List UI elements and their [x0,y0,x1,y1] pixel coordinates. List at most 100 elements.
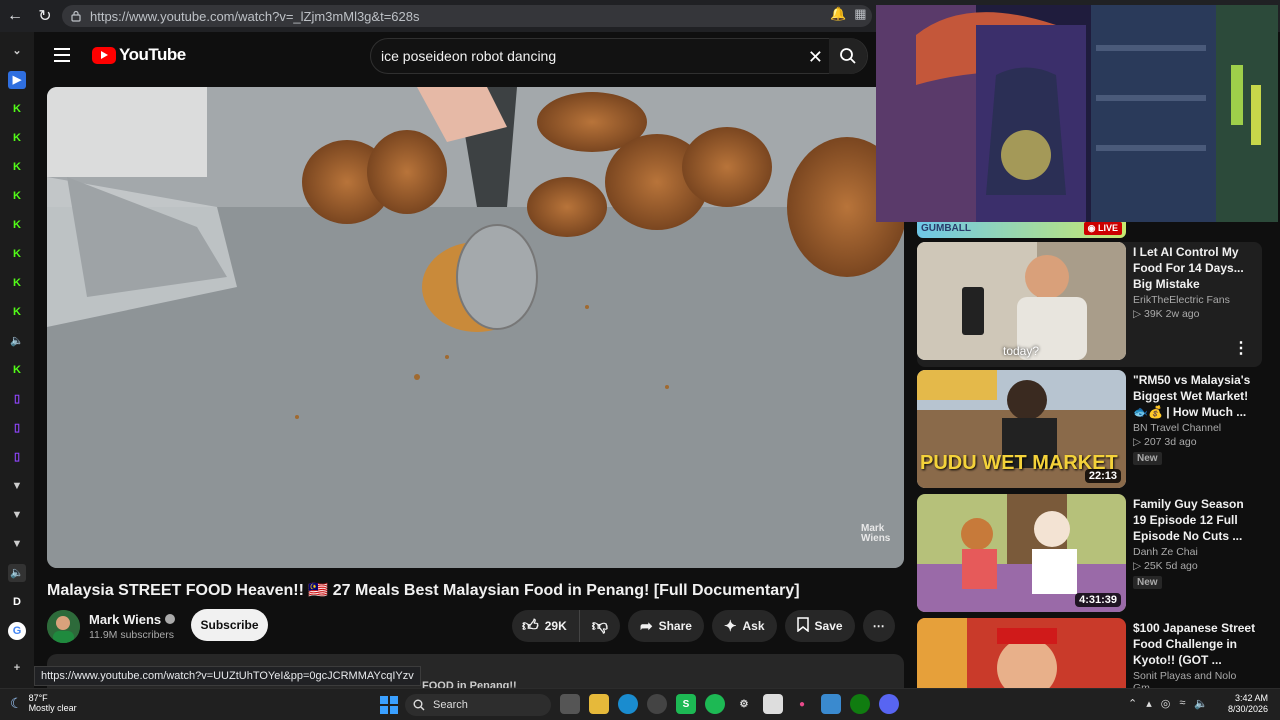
rec-channel[interactable]: ErikTheElectric Fans [1133,294,1257,306]
rec-title[interactable]: $100 Japanese Street Food Challenge in K… [1133,620,1257,668]
back-icon[interactable]: ← [0,0,30,32]
refresh-icon[interactable]: ↻ [30,0,60,32]
dropdown-icon[interactable]: ▼ [8,477,26,495]
rec-title[interactable]: Family Guy Season 19 Episode 12 Full Epi… [1133,496,1257,544]
address-bar[interactable]: https://www.youtube.com/watch?v=_lZjm3mM… [62,5,872,27]
kick-icon[interactable]: K [8,303,26,321]
video-actions: 👍︎ 29K 👎︎ ➦ Share ✦ Ask Save ⋯ [512,610,895,642]
clock[interactable]: 3:42 AM 8/30/2026 [1222,693,1268,715]
video-thumbnail[interactable] [917,618,1126,688]
photos-icon[interactable] [821,694,841,714]
twitch-icon[interactable]: ▯ [8,419,26,437]
live-stream-item[interactable]: GUMBALL ◉ LIVE [917,222,1126,238]
wifi-icon[interactable]: ≈ [1179,697,1185,710]
twitch-icon[interactable]: ▯ [8,390,26,408]
dislike-button[interactable]: 👎︎ [580,610,620,642]
start-button[interactable] [380,696,398,714]
task-view-icon[interactable] [560,694,580,714]
rec-channel[interactable]: BN Travel Channel [1133,422,1257,434]
video-thumbnail[interactable]: PUDU WET MARKET 22:13 [917,370,1126,488]
rec-channel[interactable]: Danh Ze Chai [1133,546,1257,558]
search-input[interactable]: ice poseideon robot dancing ✕ [370,38,868,74]
thumbnail-image [917,242,1126,360]
speaker-icon[interactable]: 🔈 [8,332,26,350]
file-explorer-icon[interactable] [589,694,609,714]
share-button[interactable]: ➦ Share [628,610,704,642]
youtube-logo[interactable]: YouTube [92,45,186,65]
search-icon [840,48,856,64]
kick-icon[interactable]: K [8,158,26,176]
windows-taskbar: ☾ 87°F Mostly clear Search S ⚙ ● ⌃ ▴ ◎ ≈… [0,688,1280,720]
list-item[interactable]: 4:31:39 Family Guy Season 19 Episode 12 … [917,494,1262,614]
channel-name[interactable]: Mark Wiens [89,612,161,627]
search-icon [413,699,425,711]
speaker-icon[interactable]: 🔈 [8,563,26,582]
share-icon: ➦ [640,618,653,635]
channel-avatar[interactable] [47,609,80,643]
bluetooth-icon[interactable]: ▴ [1146,697,1152,710]
video-frame [47,87,904,568]
verified-icon [165,614,176,624]
kick-icon[interactable]: K [8,274,26,292]
menu-icon[interactable] [54,48,70,62]
weather-widget[interactable]: ☾ 87°F Mostly clear [10,693,77,713]
rec-title[interactable]: I Let AI Control My Food For 14 Days... … [1133,244,1257,292]
search-button[interactable] [829,38,867,74]
ask-button[interactable]: ✦ Ask [711,610,777,642]
kick-icon[interactable]: K [8,100,26,118]
settings-icon[interactable]: ⚙ [734,694,754,714]
url-text: https://www.youtube.com/watch?v=_lZjm3mM… [90,8,420,24]
kick-icon[interactable]: K [8,129,26,147]
sparkle-icon: ✦ [723,618,737,635]
video-thumbnail[interactable]: today? [917,242,1126,360]
google-icon[interactable]: G [8,621,26,640]
more-actions-button[interactable]: ⋯ [862,610,895,642]
kick-icon[interactable]: K [8,187,26,205]
notepad-icon[interactable] [763,694,783,714]
video-thumbnail[interactable]: 4:31:39 [917,494,1126,612]
kick-icon[interactable]: K [8,361,26,379]
xbox-icon[interactable] [850,694,870,714]
bell-icon[interactable]: 🔔 [830,6,846,22]
twitch-icon[interactable]: ▯ [8,448,26,466]
media-icon[interactable]: ▶ [8,70,26,89]
video-duration: 22:13 [1084,469,1121,483]
rec-title[interactable]: "RM50 vs Malaysia's Biggest Wet Market! … [1133,372,1257,420]
list-item[interactable]: $100 Japanese Street Food Challenge in K… [917,618,1262,688]
edge-icon[interactable] [618,694,638,714]
extensions-icon[interactable]: ▦ [854,6,866,22]
add-icon[interactable]: + [8,659,26,677]
chevron-up-icon[interactable]: ⌃ [1128,697,1137,710]
taskbar-search[interactable]: Search [405,694,551,716]
rec-channel[interactable]: Sonit Playas and Nolo Gm... [1133,670,1257,688]
stream-webcam-overlay [876,5,1278,222]
subscribe-button[interactable]: Subscribe [191,609,268,641]
save-button[interactable]: Save [784,610,855,642]
bookmark-icon [796,617,809,635]
list-item[interactable]: today? I Let AI Control My Food For 14 D… [917,242,1262,367]
close-icon[interactable]: ✕ [808,47,823,68]
video-player[interactable]: Mark Wiens [47,87,904,568]
site-info-icon[interactable] [70,10,82,22]
kick-icon[interactable]: K [8,216,26,234]
spotify-alt-icon[interactable]: S [676,694,696,714]
logo-text: YouTube [119,45,186,64]
volume-icon[interactable]: 🔈 [1194,697,1208,710]
more-vert-icon[interactable]: ⋮ [1233,338,1249,358]
like-button[interactable]: 👍︎ 29K [512,610,580,642]
dropdown-icon[interactable]: ▼ [8,506,26,524]
d-app-icon[interactable]: D [8,593,26,611]
maps-pin-icon[interactable]: ● [792,694,812,714]
discord-icon[interactable] [879,694,899,714]
kick-icon[interactable]: K [8,245,26,263]
microphone-icon[interactable]: ◎ [1161,697,1171,710]
list-item[interactable]: PUDU WET MARKET 22:13 "RM50 vs Malaysia'… [917,370,1262,490]
banner-text: GUMBALL [921,223,971,234]
time: 3:42 AM [1234,693,1268,703]
video-watermark: Mark Wiens [861,523,891,544]
save-label: Save [814,619,843,633]
collapse-icon[interactable]: ⌄ [8,42,26,60]
dropdown-icon[interactable]: ▼ [8,535,26,553]
chrome-icon[interactable] [647,694,667,714]
spotify-icon[interactable] [705,694,725,714]
